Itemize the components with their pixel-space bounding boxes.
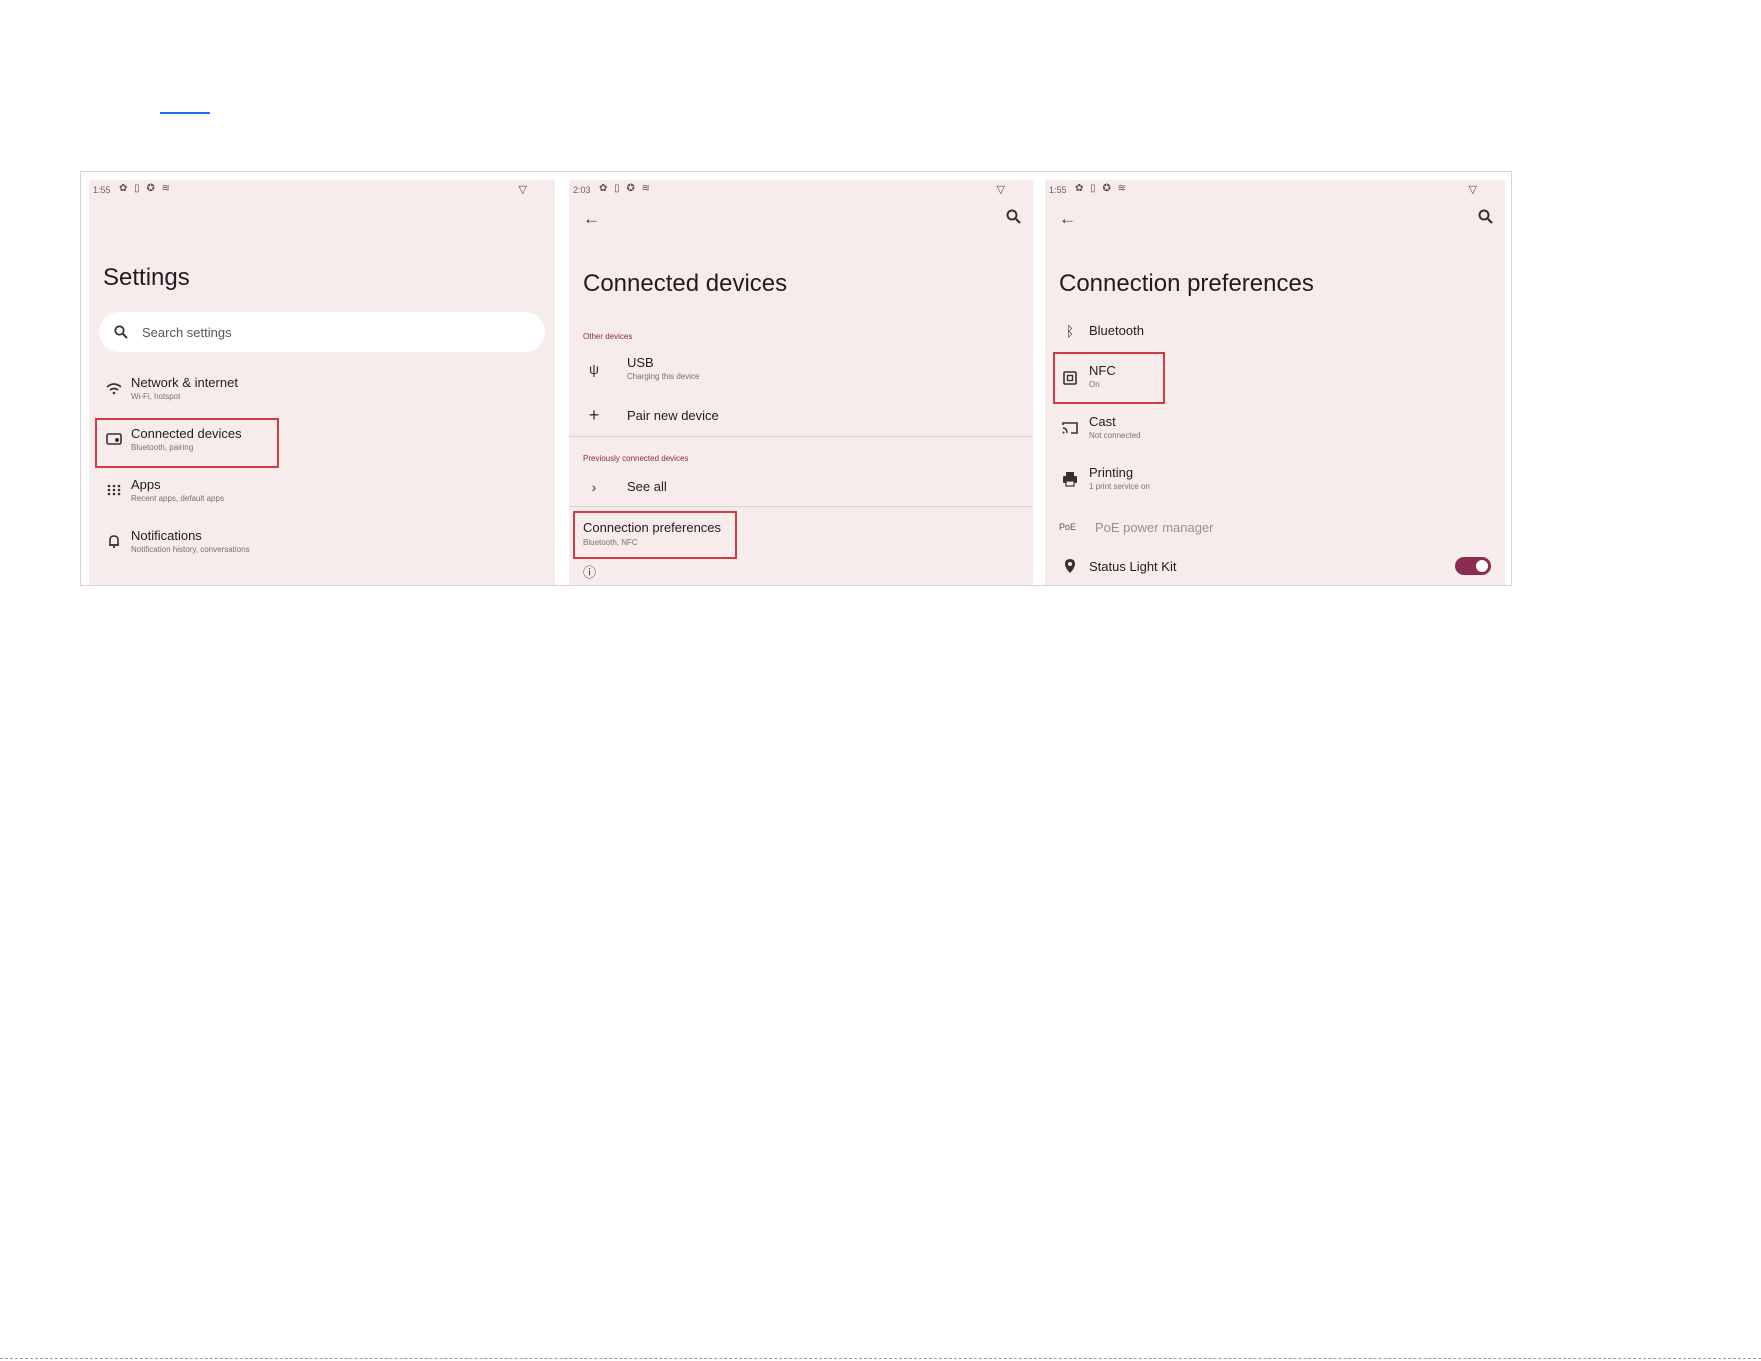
wifi-status-icon: ▽ (518, 184, 527, 196)
status-time: 2:03 (573, 185, 591, 195)
list-item-pair-new-device[interactable]: + Pair new device (569, 394, 1033, 438)
wifi-status-icon: ▽ (996, 184, 1005, 196)
list-item-status-light-kit[interactable]: Status Light Kit (1045, 546, 1505, 585)
highlight-box (95, 418, 279, 468)
status-notification-icons: ✿ ▯ ✪ ≋ (599, 183, 652, 194)
connection-preferences-panel: 1:55 ✿ ▯ ✪ ≋ ▽ ← Connection preferences … (1045, 180, 1505, 585)
chevron-right-icon: › (591, 479, 597, 495)
bluetooth-icon: ᛒ (1065, 323, 1075, 339)
settings-panel: 1:55 ✿ ▯ ✪ ≋ ▽ Settings Search settings … (89, 180, 555, 585)
item-subtitle: Charging this device (627, 372, 700, 381)
section-header-previously-connected: Previously connected devices (583, 454, 689, 463)
apps-grid-icon (107, 484, 121, 496)
wifi-status-icon: ▽ (1468, 184, 1477, 196)
item-subtitle: Not connected (1089, 431, 1141, 440)
status-notification-icons: ✿ ▯ ✪ ≋ (119, 183, 172, 194)
page-title: Connected devices (583, 270, 788, 297)
search-placeholder: Search settings (142, 325, 232, 340)
location-pin-icon (1065, 559, 1075, 573)
divider (569, 506, 1033, 507)
item-title: Printing (1089, 465, 1134, 480)
list-item-bluetooth[interactable]: ᛒ Bluetooth (1045, 310, 1505, 354)
list-item-usb[interactable]: ψ USB Charging this device (569, 348, 1033, 392)
cast-icon (1062, 422, 1078, 434)
status-bar: 1:55 ✿ ▯ ✪ ≋ ▽ (1045, 180, 1505, 202)
item-title: Status Light Kit (1089, 559, 1177, 574)
item-title: USB (627, 355, 654, 370)
highlight-box (1053, 352, 1165, 404)
item-title: Network & internet (131, 375, 238, 390)
list-item-cast[interactable]: Cast Not connected (1045, 407, 1505, 451)
status-bar: 1:55 ✿ ▯ ✪ ≋ ▽ (89, 180, 555, 202)
back-arrow-icon[interactable]: ← (1059, 209, 1076, 229)
item-subtitle: Notification history, conversations (131, 545, 250, 554)
item-title: Pair new device (627, 408, 719, 423)
settings-item-network[interactable]: Network & internet Wi-Fi, hotspot (89, 368, 555, 412)
item-title: Bluetooth (1089, 323, 1144, 338)
status-time: 1:55 (1049, 185, 1067, 195)
wifi-icon (106, 383, 122, 395)
search-icon[interactable] (1477, 208, 1495, 226)
usb-icon: ψ (589, 361, 599, 377)
status-light-toggle[interactable] (1455, 557, 1491, 575)
page-title: Settings (103, 264, 190, 291)
info-icon: ⓘ (583, 565, 597, 580)
section-header-other-devices: Other devices (583, 332, 633, 341)
back-arrow-icon[interactable]: ← (583, 209, 600, 229)
item-title: Apps (131, 477, 161, 492)
status-bar: 2:03 ✿ ▯ ✪ ≋ ▽ (569, 180, 1033, 202)
bell-icon (109, 535, 119, 549)
list-item-see-all[interactable]: › See all (569, 466, 1033, 510)
top-hyperlink-underline[interactable] (160, 112, 210, 114)
highlight-box (573, 511, 737, 559)
item-title: Notifications (131, 528, 202, 543)
item-subtitle: Recent apps, default apps (131, 494, 224, 503)
poe-icon: PoE (1059, 522, 1077, 532)
toggle-knob (1476, 560, 1488, 572)
item-title: PoE power manager (1095, 520, 1214, 535)
item-subtitle: 1 print service on (1089, 482, 1150, 491)
bottom-dashed-divider (0, 1358, 1761, 1359)
search-input[interactable]: Search settings (99, 312, 545, 352)
list-item-printing[interactable]: Printing 1 print service on (1045, 458, 1505, 502)
item-subtitle: Wi-Fi, hotspot (131, 392, 181, 401)
settings-item-apps[interactable]: Apps Recent apps, default apps (89, 470, 555, 514)
item-title: See all (627, 479, 667, 494)
search-icon (114, 325, 128, 339)
divider (569, 436, 1033, 437)
search-icon[interactable] (1005, 208, 1023, 226)
connected-devices-panel: 2:03 ✿ ▯ ✪ ≋ ▽ ← Connected devices Other… (569, 180, 1033, 585)
item-title: Cast (1089, 414, 1116, 429)
page-title: Connection preferences (1059, 270, 1314, 297)
screenshot-strip: 1:55 ✿ ▯ ✪ ≋ ▽ Settings Search settings … (80, 171, 1512, 586)
printer-icon (1063, 472, 1077, 487)
status-notification-icons: ✿ ▯ ✪ ≋ (1075, 183, 1128, 194)
status-time: 1:55 (93, 185, 111, 195)
settings-item-notifications[interactable]: Notifications Notification history, conv… (89, 521, 555, 565)
plus-icon: + (588, 405, 600, 425)
